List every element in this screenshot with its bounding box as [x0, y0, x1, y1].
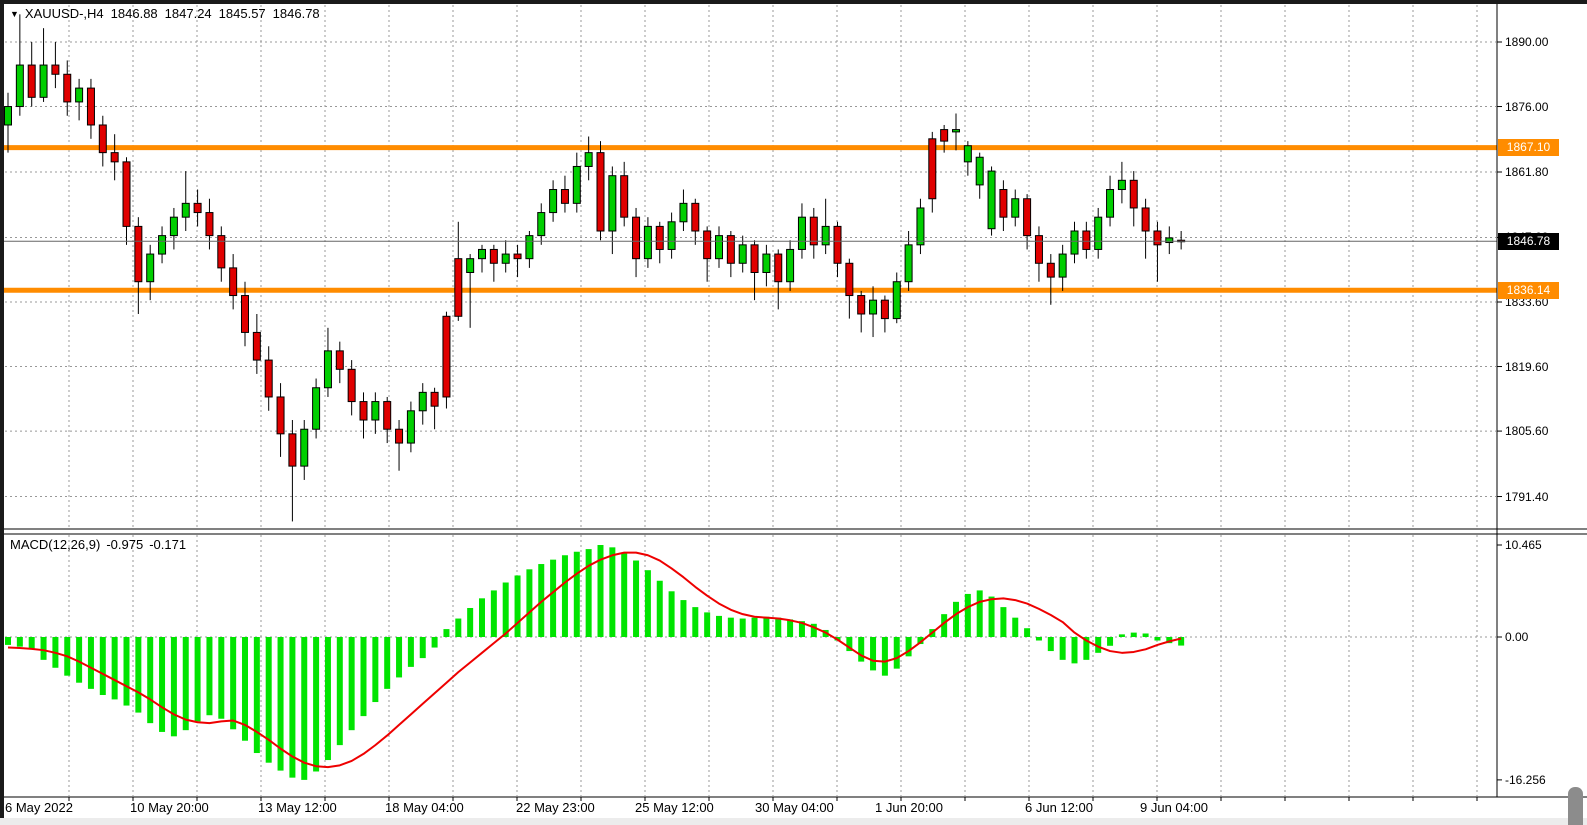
time-axis-label: 18 May 04:00 [385, 800, 464, 815]
window-bottom-strip [0, 818, 1587, 825]
time-axis-label: 6 May 2022 [5, 800, 73, 815]
macd-axis-label: 10.465 [1505, 538, 1542, 552]
high-value: 1847.24 [165, 6, 212, 21]
current-price-tag: 1846.78 [1498, 233, 1559, 250]
time-axis-label: 22 May 23:00 [516, 800, 595, 815]
time-axis-label: 1 Jun 20:00 [875, 800, 943, 815]
scrollbar-thumb[interactable] [1568, 787, 1583, 825]
time-axis-label: 25 May 12:00 [635, 800, 714, 815]
macd-signal-value: -0.171 [149, 537, 186, 552]
price-axis-label: 1805.60 [1505, 424, 1548, 438]
price-axis-label: 1819.60 [1505, 360, 1548, 374]
macd-axis-label: 0.00 [1505, 630, 1528, 644]
open-value: 1846.88 [111, 6, 158, 21]
time-axis-label: 6 Jun 12:00 [1025, 800, 1093, 815]
expand-indicator-icon[interactable]: ▼ [10, 9, 19, 19]
macd-indicator-label: MACD(12,26,9) -0.975 -0.171 [10, 537, 192, 552]
close-value: 1846.78 [273, 6, 320, 21]
price-axis-label: 1890.00 [1505, 35, 1548, 49]
symbol-period-label: XAUUSD-,H4 [25, 6, 104, 21]
chart-title: ▼ XAUUSD-,H4 1846.88 1847.24 1845.57 1846.78 [10, 6, 327, 21]
price-axis-label: 1791.40 [1505, 490, 1548, 504]
time-axis-label: 10 May 20:00 [130, 800, 209, 815]
chart-canvas[interactable] [0, 0, 1587, 825]
mt4-chart-window: ▼XAUUSD-,H41846.881847.241845.571846.78 … [0, 0, 1587, 825]
time-axis-label: 9 Jun 04:00 [1140, 800, 1208, 815]
macd-axis-label: -16.256 [1505, 773, 1546, 787]
low-value: 1845.57 [219, 6, 266, 21]
support-price-tag: 1836.14 [1498, 282, 1559, 299]
price-axis-label: 1861.80 [1505, 165, 1548, 179]
resistance-price-tag: 1867.10 [1498, 139, 1559, 156]
price-axis-label: 1876.00 [1505, 100, 1548, 114]
panel-divider[interactable] [4, 529, 1587, 535]
time-axis-label: 30 May 04:00 [755, 800, 834, 815]
time-axis-label: 13 May 12:00 [258, 800, 337, 815]
macd-main-value: -0.975 [106, 537, 143, 552]
macd-name: MACD(12,26,9) [10, 537, 100, 552]
